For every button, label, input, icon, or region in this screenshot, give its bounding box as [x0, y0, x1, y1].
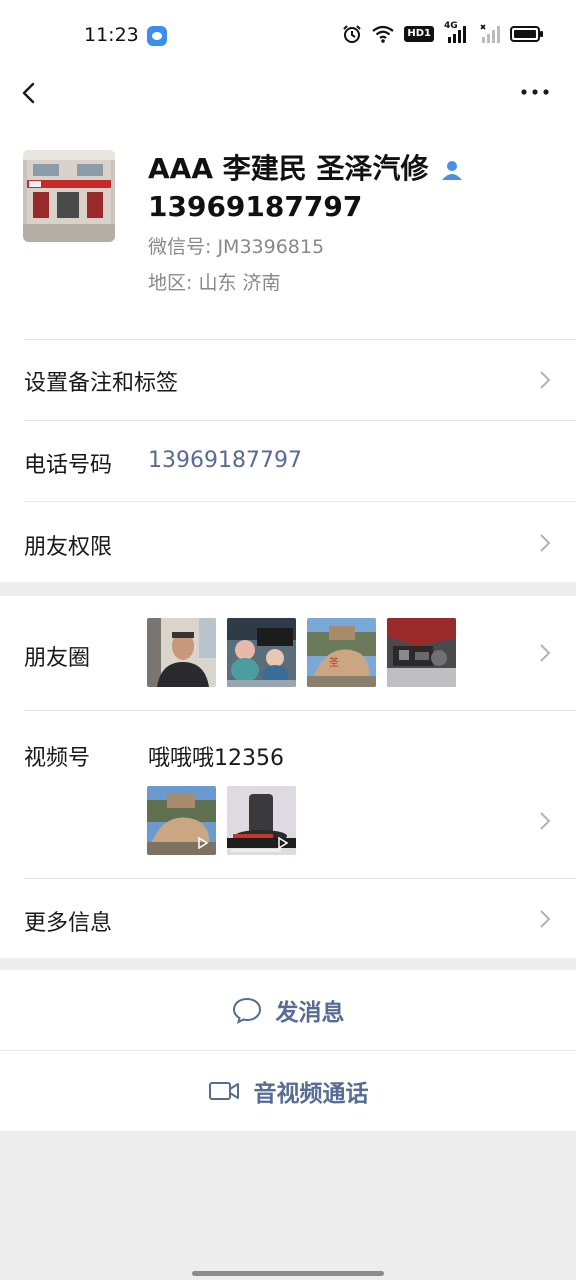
signal-bars-icon [448, 26, 466, 43]
chevron-right-icon [540, 910, 551, 928]
back-arrow-icon[interactable] [16, 78, 42, 108]
channels-video-thumbnail [147, 786, 216, 855]
notification-app-icon [147, 26, 167, 46]
avatar[interactable] [23, 150, 115, 242]
moments-row[interactable]: 朋友圈 圣 [0, 596, 576, 710]
remark-tags-label: 设置备注和标签 [24, 371, 179, 396]
section-gap [0, 958, 576, 970]
hd-badge: HD1 [404, 26, 434, 42]
status-icons: HD1 4G [342, 21, 543, 44]
chevron-right-icon [540, 371, 551, 389]
region: 地区: 山东 济南 [148, 272, 281, 294]
wifi-icon [372, 25, 395, 43]
phone-number-link[interactable]: 13969187797 [148, 448, 302, 473]
video-call-label: 音视频通话 [253, 1081, 369, 1107]
moments-photo [387, 618, 456, 687]
friend-permissions-row[interactable]: 朋友权限 [0, 501, 576, 582]
signal-weak-icon [480, 24, 500, 43]
channels-label: 视频号 [24, 746, 91, 771]
chevron-right-icon [540, 644, 551, 662]
channels-name: 哦哦哦12356 [148, 746, 284, 771]
video-camera-icon [208, 1082, 239, 1100]
phone-label: 电话号码 [24, 453, 113, 478]
remark-tags-row[interactable]: 设置备注和标签 [0, 339, 576, 420]
section-gap [0, 582, 576, 596]
profile-name: AAA 李建民 圣泽汽修 13969187797 [148, 152, 429, 223]
channels-video-thumbnail [227, 786, 296, 855]
friend-permissions-label: 朋友权限 [24, 535, 113, 560]
status-time: 11:23 [84, 24, 139, 46]
profile-header: AAA 李建民 圣泽汽修 13969187797 微信号: JM3396815 … [0, 130, 576, 339]
chevron-right-icon [540, 534, 551, 552]
home-indicator[interactable] [192, 1271, 384, 1276]
moments-label: 朋友圈 [24, 646, 91, 671]
send-message-label: 发消息 [275, 1000, 345, 1026]
battery-icon [510, 26, 543, 42]
svg-text:圣: 圣 [329, 657, 339, 669]
contact-person-icon [442, 161, 462, 180]
alarm-icon [343, 25, 362, 43]
chevron-right-icon [540, 812, 551, 830]
nav-bar [0, 70, 576, 130]
more-options-icon[interactable] [520, 80, 550, 104]
row-divider [24, 420, 576, 421]
more-info-row[interactable]: 更多信息 [0, 878, 576, 958]
row-divider [24, 710, 576, 711]
row-divider [24, 878, 576, 879]
send-message-content: 发消息 [0, 970, 576, 1050]
moments-photo [147, 618, 216, 687]
wechat-id: 微信号: JM3396815 [148, 236, 325, 258]
moments-photo [227, 618, 296, 687]
moments-photo: 圣 [307, 618, 376, 687]
status-bar: 11:23 HD1 4G [0, 0, 576, 70]
video-call-content: 音视频通话 [0, 1051, 576, 1131]
more-info-label: 更多信息 [24, 911, 113, 936]
channels-row[interactable]: 视频号 哦哦哦12356 [0, 710, 576, 878]
row-divider [24, 501, 576, 502]
row-divider [24, 339, 576, 340]
send-message-button[interactable]: 发消息 [0, 970, 576, 1050]
phone-row[interactable]: 电话号码 13969187797 [0, 420, 576, 501]
signal-4g-indicator: 4G [444, 21, 470, 44]
chat-bubble-icon [232, 997, 261, 1024]
video-call-button[interactable]: 音视频通话 [0, 1051, 576, 1131]
